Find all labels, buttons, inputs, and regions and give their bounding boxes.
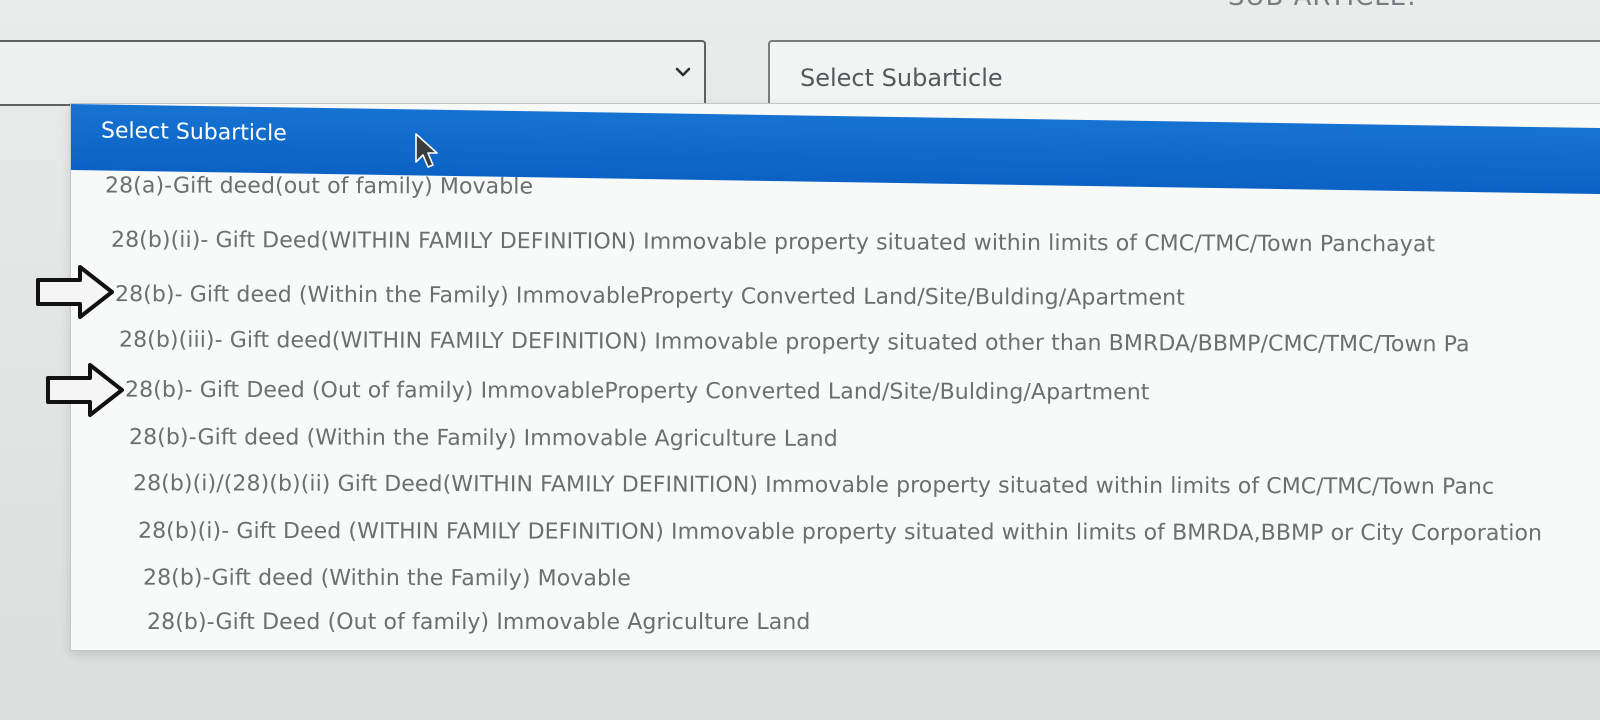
dropdown-option-item[interactable]: 28(b)(i)- Gift Deed (WITHIN FAMILY DEFIN… [138, 519, 1542, 546]
dropdown-option-item[interactable]: 28(b)(ii)- Gift Deed(WITHIN FAMILY DEFIN… [111, 228, 1435, 258]
outline-right-arrow-icon [36, 265, 114, 319]
sub-article-label: SUB ARTICLE. [1228, 0, 1416, 12]
dropdown-option-item[interactable]: 28(b)(iii)- Gift deed(WITHIN FAMILY DEFI… [119, 328, 1470, 358]
outline-right-arrow-icon [46, 363, 124, 417]
chevron-down-icon [674, 63, 692, 81]
dropdown-option-label: Select Subarticle [101, 118, 287, 147]
dropdown-option-item[interactable]: 28(b)-Gift deed (Within the Family) Mova… [143, 566, 631, 592]
subarticle-select-value: Select Subarticle [800, 64, 1003, 92]
dropdown-option-item[interactable]: 28(b)(i)/(28)(b)(ii) Gift Deed(WITHIN FA… [133, 471, 1494, 500]
dropdown-option-item[interactable]: 28(b)-Gift deed (Within the Family) Immo… [129, 425, 838, 452]
subarticle-select[interactable]: Select Subarticle [768, 40, 1600, 112]
mouse-pointer-icon [415, 133, 438, 168]
dropdown-option-item[interactable]: 28(b)-Gift Deed (Out of family) Immovabl… [147, 612, 810, 634]
dropdown-option-item[interactable]: 28(b)- Gift Deed (Out of family) Immovab… [125, 378, 1150, 406]
dropdown-option-item[interactable]: 28(a)-Gift deed(out of family) Movable [105, 173, 533, 199]
article-select[interactable] [0, 40, 706, 106]
dropdown-option-item[interactable]: 28(b)- Gift deed (Within the Family) Imm… [115, 282, 1185, 311]
subarticle-dropdown-list[interactable]: Select Subarticle 28(a)-Gift deed(out of… [70, 103, 1600, 651]
